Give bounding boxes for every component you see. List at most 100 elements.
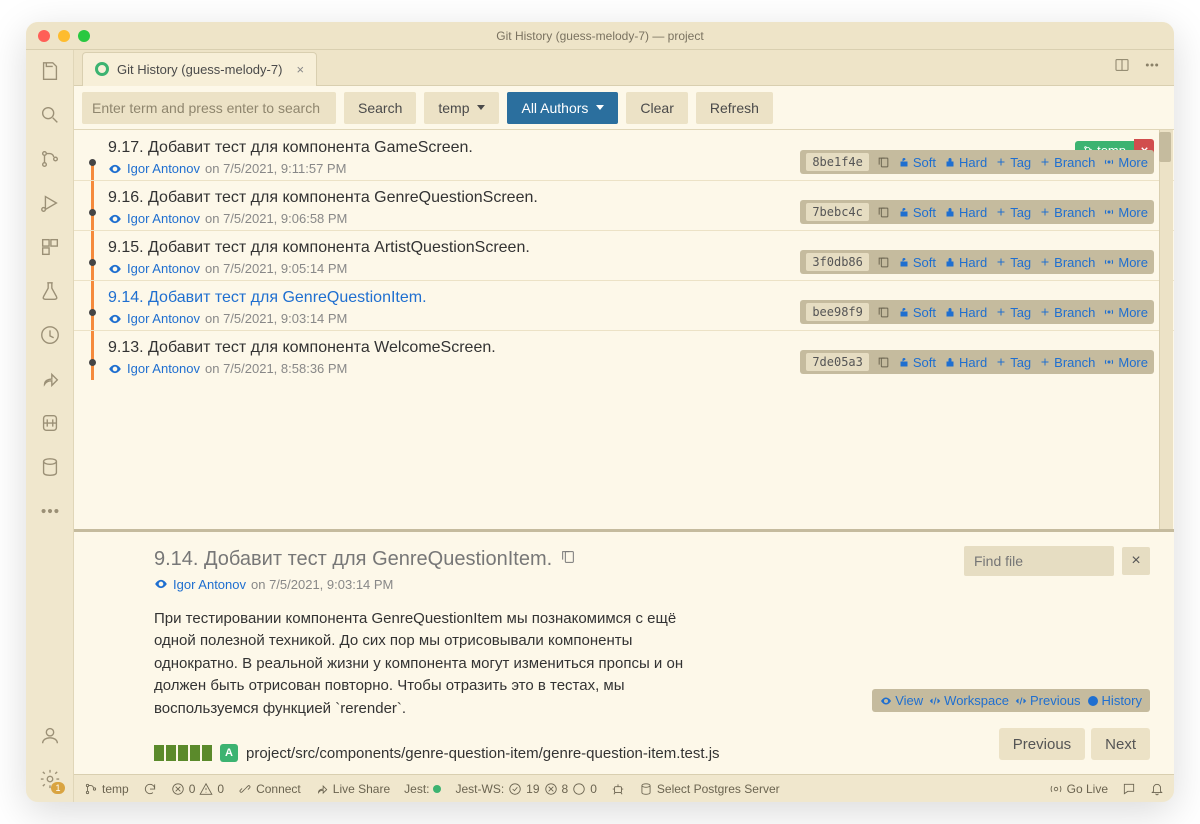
- hard-action[interactable]: Hard: [944, 355, 987, 370]
- soft-action[interactable]: Soft: [898, 305, 936, 320]
- account-icon[interactable]: [37, 722, 63, 748]
- commit-author[interactable]: Igor Antonov: [127, 361, 200, 376]
- sb-branch[interactable]: temp: [84, 782, 129, 796]
- branch-action[interactable]: Branch: [1039, 205, 1095, 220]
- commit-item[interactable]: 9.13. Добавит тест для компонента Welcom…: [74, 330, 1174, 380]
- commit-hash[interactable]: 3f0db86: [806, 253, 869, 271]
- extensions-icon[interactable]: [37, 234, 63, 260]
- sb-jestws[interactable]: Jest-WS: 19 8 0: [455, 782, 596, 796]
- database2-icon[interactable]: [37, 410, 63, 436]
- settings-gear-icon[interactable]: 1: [37, 766, 63, 792]
- clear-button[interactable]: Clear: [626, 92, 687, 124]
- branch-dropdown[interactable]: temp: [424, 92, 499, 124]
- branch-action[interactable]: Branch: [1039, 305, 1095, 320]
- tag-action[interactable]: Tag: [995, 305, 1031, 320]
- commit-hash[interactable]: bee98f9: [806, 303, 869, 321]
- authors-dropdown[interactable]: All Authors: [507, 92, 618, 124]
- view-action[interactable]: View: [880, 693, 923, 708]
- commit-hash[interactable]: 7de05a3: [806, 353, 869, 371]
- find-file-input[interactable]: [964, 546, 1114, 576]
- file-path[interactable]: project/src/components/genre-question-it…: [246, 745, 720, 762]
- scrollbar-track[interactable]: [1159, 130, 1173, 529]
- copy-icon[interactable]: [877, 256, 890, 269]
- tag-action[interactable]: Tag: [995, 205, 1031, 220]
- branch-action[interactable]: Branch: [1039, 255, 1095, 270]
- hard-action[interactable]: Hard: [944, 305, 987, 320]
- eye-icon: [108, 162, 122, 176]
- sb-liveshare[interactable]: Live Share: [315, 782, 390, 796]
- gitlens-icon[interactable]: [37, 322, 63, 348]
- sb-postgres[interactable]: Select Postgres Server: [639, 782, 780, 796]
- more-action[interactable]: More: [1103, 205, 1148, 220]
- search-button[interactable]: Search: [344, 92, 416, 124]
- more-icon[interactable]: [37, 498, 63, 524]
- tab-close-icon[interactable]: ×: [296, 62, 304, 77]
- tag-action[interactable]: Tag: [995, 255, 1031, 270]
- more-action[interactable]: More: [1103, 305, 1148, 320]
- commit-hash[interactable]: 8be1f4e: [806, 153, 869, 171]
- tab-git-history[interactable]: Git History (guess-melody-7) ×: [82, 52, 317, 86]
- soft-action[interactable]: Soft: [898, 355, 936, 370]
- commit-item[interactable]: 9.16. Добавит тест для компонента GenreQ…: [74, 180, 1174, 230]
- copy-icon[interactable]: [877, 206, 890, 219]
- commit-author[interactable]: Igor Antonov: [127, 211, 200, 226]
- soft-action[interactable]: Soft: [898, 255, 936, 270]
- copy-icon[interactable]: [877, 306, 890, 319]
- search-icon[interactable]: [37, 102, 63, 128]
- more-action[interactable]: More: [1103, 355, 1148, 370]
- commit-hash[interactable]: 7bebc4c: [806, 203, 869, 221]
- soft-action[interactable]: Soft: [898, 205, 936, 220]
- sb-debug[interactable]: [611, 782, 625, 796]
- commit-item[interactable]: 9.14. Добавит тест для GenreQuestionItem…: [74, 280, 1174, 330]
- commit-item[interactable]: 9.15. Добавит тест для компонента Artist…: [74, 230, 1174, 280]
- hard-action[interactable]: Hard: [944, 255, 987, 270]
- search-input[interactable]: [82, 92, 336, 124]
- source-control-icon[interactable]: [37, 146, 63, 172]
- more-action[interactable]: More: [1103, 155, 1148, 170]
- share-icon[interactable]: [37, 366, 63, 392]
- database-icon[interactable]: [37, 454, 63, 480]
- testing-icon[interactable]: [37, 278, 63, 304]
- previous-page-button[interactable]: Previous: [999, 728, 1085, 760]
- hard-action[interactable]: Hard: [944, 155, 987, 170]
- close-detail-button[interactable]: ×: [1122, 547, 1150, 575]
- commit-author[interactable]: Igor Antonov: [127, 261, 200, 276]
- commit-list[interactable]: temp 9.17. Добавит тест для компонента G…: [74, 130, 1174, 529]
- previous-action[interactable]: Previous: [1015, 693, 1081, 708]
- sb-bell-icon[interactable]: [1150, 782, 1164, 796]
- sb-problems[interactable]: 0 0: [171, 782, 224, 796]
- refresh-button[interactable]: Refresh: [696, 92, 773, 124]
- tag-action[interactable]: Tag: [995, 355, 1031, 370]
- scrollbar-thumb[interactable]: [1159, 132, 1171, 162]
- explorer-icon[interactable]: [37, 58, 63, 84]
- run-debug-icon[interactable]: [37, 190, 63, 216]
- split-editor-icon[interactable]: [1114, 57, 1130, 78]
- more-actions-icon[interactable]: [1144, 57, 1160, 78]
- sb-connect[interactable]: Connect: [238, 782, 301, 796]
- commit-item[interactable]: temp 9.17. Добавит тест для компонента G…: [74, 130, 1174, 180]
- detail-meta: Igor Antonov on 7/5/2021, 9:03:14 PM: [154, 577, 1150, 592]
- history-action[interactable]: History: [1087, 693, 1142, 708]
- sb-jest[interactable]: Jest:: [404, 782, 441, 796]
- copy-icon[interactable]: [877, 156, 890, 169]
- commit-author[interactable]: Igor Antonov: [127, 311, 200, 326]
- next-page-button[interactable]: Next: [1091, 728, 1150, 760]
- clipboard-icon[interactable]: [560, 549, 576, 570]
- sb-golive[interactable]: Go Live: [1049, 782, 1108, 796]
- sb-sync[interactable]: [143, 782, 157, 796]
- sb-feedback-icon[interactable]: [1122, 782, 1136, 796]
- more-action[interactable]: More: [1103, 255, 1148, 270]
- commit-graph: [86, 181, 102, 230]
- minimize-window-button[interactable]: [58, 30, 70, 42]
- close-window-button[interactable]: [38, 30, 50, 42]
- tag-action[interactable]: Tag: [995, 155, 1031, 170]
- commit-author[interactable]: Igor Antonov: [127, 161, 200, 176]
- branch-action[interactable]: Branch: [1039, 355, 1095, 370]
- hard-action[interactable]: Hard: [944, 205, 987, 220]
- soft-action[interactable]: Soft: [898, 155, 936, 170]
- copy-icon[interactable]: [877, 356, 890, 369]
- maximize-window-button[interactable]: [78, 30, 90, 42]
- detail-author[interactable]: Igor Antonov: [173, 577, 246, 592]
- branch-action[interactable]: Branch: [1039, 155, 1095, 170]
- workspace-action[interactable]: Workspace: [929, 693, 1009, 708]
